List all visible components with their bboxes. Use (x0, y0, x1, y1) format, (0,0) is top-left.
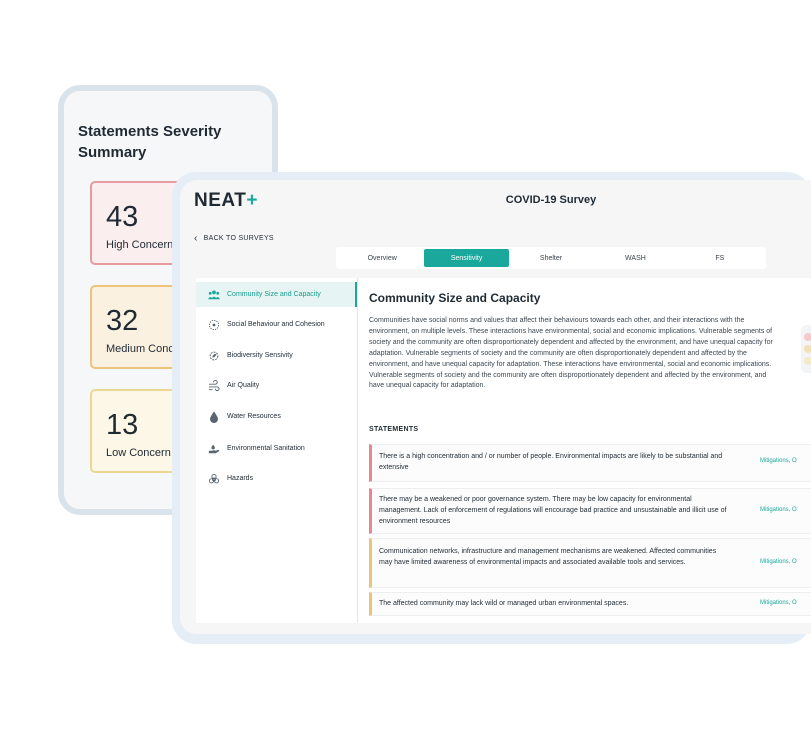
mitigations-link[interactable]: Mitigations, O (760, 559, 797, 565)
sidebar-item-hazards[interactable]: Hazards (196, 466, 357, 491)
sidebar-item-label: Environmental Sanitation (227, 445, 305, 452)
biohazard-icon (208, 473, 220, 485)
social-network-icon (208, 319, 220, 331)
logo-text: NEAT (194, 190, 247, 211)
statements-heading: STATEMENTS (369, 426, 419, 433)
statement-card[interactable]: There may be a weakened or poor governan… (369, 488, 811, 534)
chevron-left-icon: ‹ (194, 233, 198, 244)
summary-title: Statements Severity Summary (78, 123, 222, 161)
statement-card[interactable]: There is a high concentration and / or n… (369, 444, 811, 482)
severity-legend-peek (801, 325, 811, 373)
low-concern-count: 13 (106, 409, 139, 441)
section-description: Communities have social norms and values… (369, 317, 773, 390)
tab-fs[interactable]: FS (678, 249, 762, 267)
survey-title: COVID-19 Survey (505, 194, 597, 206)
sidebar-item-biodiversity[interactable]: Biodiversity Sensivity (196, 343, 357, 368)
people-icon (208, 289, 220, 301)
sidebar-item-label: Biodiversity Sensivity (227, 352, 293, 359)
sidebar-item-label: Social Behaviour and Cohesion (227, 321, 325, 328)
sidebar-item-air-quality[interactable]: Air Quality (196, 373, 357, 398)
mitigations-link[interactable]: Mitigations, O (760, 600, 797, 606)
tab-overview[interactable]: Overview (340, 249, 424, 267)
statement-card[interactable]: The affected community may lack wild or … (369, 592, 811, 616)
sidebar-item-label: Community Size and Capacity (227, 291, 321, 298)
leaf-gear-icon (208, 350, 220, 362)
statement-card[interactable]: Communication networks, infrastructure a… (369, 538, 811, 588)
main-content: Community Size and Capacity Communities … (369, 278, 811, 623)
high-concern-label: High Concern (106, 239, 174, 251)
hand-care-icon (208, 443, 220, 455)
section-title: Community Size and Capacity (369, 291, 541, 305)
sidebar: Community Size and Capacity Social Behav… (196, 278, 358, 623)
mitigations-link[interactable]: Mitigations, O (760, 507, 797, 513)
sidebar-item-label: Water Resources (227, 413, 281, 420)
statement-text: There may be a weakened or poor governan… (379, 496, 727, 525)
sidebar-item-label: Air Quality (227, 382, 260, 389)
sidebar-item-community-size[interactable]: Community Size and Capacity (196, 282, 357, 307)
tab-shelter[interactable]: Shelter (509, 249, 593, 267)
logo-plus: + (246, 190, 258, 211)
sidebar-item-label: Hazards (227, 475, 254, 482)
app-window: NEAT+ COVID-19 Survey ‹ BACK TO SURVEYS … (180, 180, 811, 634)
mitigations-link[interactable]: Mitigations, O (760, 458, 797, 464)
water-drop-icon (208, 411, 220, 423)
tab-sensitivity[interactable]: Sensitivity (424, 249, 509, 267)
tab-wash[interactable]: WASH (593, 249, 677, 267)
wind-icon (208, 379, 220, 392)
high-dot-icon (804, 333, 811, 341)
section-tabs: Overview Sensitivity Shelter WASH FS (336, 247, 766, 269)
medium-dot-icon (804, 345, 811, 353)
statement-text: Communication networks, infrastructure a… (379, 548, 717, 566)
statement-text: There is a high concentration and / or n… (379, 453, 723, 471)
low-concern-label: Low Concern (106, 447, 171, 459)
back-link-label: BACK TO SURVEYS (203, 235, 274, 242)
sidebar-item-environmental-sanitation[interactable]: Environmental Sanitation (196, 436, 357, 461)
statement-text: The affected community may lack wild or … (379, 600, 629, 607)
sidebar-item-social-behaviour[interactable]: Social Behaviour and Cohesion (196, 312, 357, 337)
low-dot-icon (804, 357, 811, 365)
medium-concern-count: 32 (106, 305, 139, 337)
neat-logo[interactable]: NEAT+ (194, 190, 258, 212)
back-to-surveys-link[interactable]: ‹ BACK TO SURVEYS (194, 233, 274, 244)
content-panel: Community Size and Capacity Social Behav… (196, 278, 811, 623)
high-concern-count: 43 (106, 201, 139, 233)
sidebar-item-water-resources[interactable]: Water Resources (196, 404, 357, 429)
app-window-frame: NEAT+ COVID-19 Survey ‹ BACK TO SURVEYS … (172, 172, 811, 644)
